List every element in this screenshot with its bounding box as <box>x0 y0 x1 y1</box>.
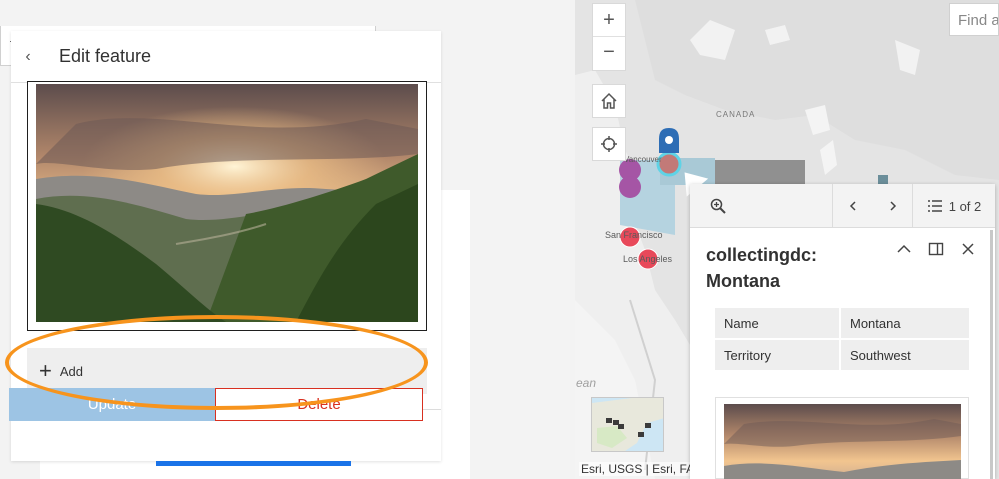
zoom-out-button[interactable]: − <box>593 36 625 68</box>
popup-attachment[interactable] <box>715 397 969 479</box>
map-label-vancouver: Vancouver <box>624 155 662 164</box>
home-icon <box>601 92 617 109</box>
list-icon <box>927 200 942 212</box>
map-label-los-angeles: Los Angeles <box>623 254 673 264</box>
next-feature-button[interactable] <box>873 184 913 228</box>
scroll-indicator <box>156 461 351 466</box>
map-label-canada: CANADA <box>716 110 756 119</box>
feature-popup: 1 of 2 collectingdc: Montana Name Montan… <box>690 184 995 479</box>
cluster-marker[interactable] <box>619 176 641 198</box>
locate-control <box>592 127 626 161</box>
zoom-controls: + − <box>592 3 626 71</box>
zoom-to-button[interactable] <box>690 184 746 228</box>
attachment-frame[interactable] <box>27 81 427 331</box>
home-button[interactable] <box>593 85 625 117</box>
add-label: Add <box>59 363 83 379</box>
close-button[interactable] <box>959 240 977 258</box>
popup-toolbar: 1 of 2 <box>690 184 995 228</box>
popup-title: collectingdc: Montana <box>706 245 818 291</box>
popup-scrollbar[interactable] <box>990 230 993 479</box>
popup-actions <box>895 240 977 258</box>
zoom-in-button[interactable]: + <box>593 4 625 36</box>
chevron-left-icon: ‹ <box>25 48 31 65</box>
attachment-image[interactable] <box>36 84 418 322</box>
crosshair-icon <box>601 136 617 152</box>
attribute-value: Southwest <box>841 340 969 370</box>
overview-thumbnail <box>592 398 663 451</box>
map-attribution[interactable]: Esri, USGS | Esri, FA <box>579 462 697 476</box>
minus-icon: − <box>603 41 615 63</box>
chevron-left-icon <box>849 201 856 211</box>
chevron-right-icon <box>890 201 897 211</box>
close-icon <box>962 243 974 255</box>
table-row: Name Montana <box>715 308 969 338</box>
previous-feature-button[interactable] <box>833 184 873 228</box>
collapse-button[interactable] <box>895 240 913 258</box>
delete-button[interactable]: Delete <box>215 388 423 421</box>
panel-title: Edit feature <box>59 46 152 66</box>
chevron-up-icon <box>897 244 911 253</box>
dock-button[interactable] <box>927 240 945 258</box>
pager-count: 1 of 2 <box>948 198 982 214</box>
zoom-to-icon <box>710 198 726 214</box>
search-input[interactable]: Find a <box>949 3 999 36</box>
update-button[interactable]: Update <box>9 388 215 421</box>
dock-icon <box>928 242 944 256</box>
plus-icon: + <box>39 358 52 383</box>
location-pin-dot <box>665 136 673 144</box>
map-label-san-francisco: San Francisco <box>605 230 663 240</box>
attribute-value: Montana <box>841 308 969 338</box>
locate-button[interactable] <box>593 128 625 160</box>
attribute-key: Name <box>715 308 841 338</box>
map-label-ocean: ean <box>576 376 597 390</box>
plus-icon: + <box>603 8 615 31</box>
table-row: Territory Southwest <box>715 340 969 370</box>
back-button[interactable]: ‹ <box>11 31 45 83</box>
feature-list-button[interactable]: 1 of 2 <box>913 184 995 228</box>
attribute-key: Territory <box>715 340 841 370</box>
popup-attachment-image[interactable] <box>724 404 961 479</box>
edit-panel-header: ‹ Edit feature <box>11 31 441 83</box>
attribute-table: Name Montana Territory Southwest <box>715 306 969 372</box>
home-control <box>592 84 626 118</box>
overview-map[interactable] <box>591 397 664 452</box>
